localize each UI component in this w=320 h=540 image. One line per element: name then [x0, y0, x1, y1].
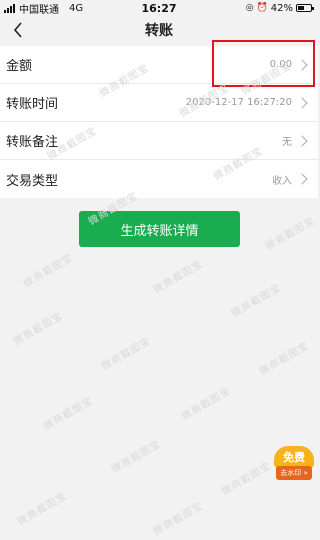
status-left: 中国联通 4G — [0, 1, 83, 16]
watermark: 微商截图宝 — [99, 335, 154, 373]
row-label: 金额 — [6, 59, 33, 74]
back-arrow-icon — [13, 22, 22, 38]
transfer-settings-list: 金额 0.00 转账时间 2020-12-17 16:27:20 转账备注 无 … — [0, 46, 318, 198]
transfer-time-value: 2020-12-17 16:27:20 — [185, 97, 292, 108]
generate-transfer-details-button[interactable]: 生成转账详情 — [79, 211, 240, 247]
row-transaction-type[interactable]: 交易类型 收入 — [0, 160, 318, 198]
watermark: 微商截图宝 — [21, 252, 76, 290]
signal-icon — [4, 3, 15, 13]
row-right: 无 — [282, 133, 308, 148]
row-right: 2020-12-17 16:27:20 — [185, 96, 308, 109]
page-title: 转账 — [145, 23, 173, 39]
row-right: 0.00 — [269, 58, 308, 71]
amount-value: 0.00 — [269, 59, 292, 70]
watermark: 微商截图宝 — [109, 438, 164, 476]
row-label: 转账备注 — [6, 135, 59, 150]
watermark: 微商截图宝 — [257, 340, 312, 378]
status-right: ◎ ⏰ 42% — [246, 3, 318, 14]
chevron-right-icon — [296, 96, 308, 109]
chevron-right-icon — [296, 173, 308, 185]
chevron-right-icon — [296, 58, 308, 71]
row-transfer-time[interactable]: 转账时间 2020-12-17 16:27:20 — [0, 84, 318, 122]
nav-bar: 转账 — [0, 16, 318, 44]
badge-remove-watermark-label: 去水印 » — [276, 466, 312, 480]
watermark: 微商截图宝 — [41, 395, 96, 433]
watermark: 微商截图宝 — [179, 385, 234, 423]
battery-percent: 42% — [270, 2, 293, 14]
chevron-right-icon — [296, 134, 308, 147]
watermark: 微商截图宝 — [263, 215, 318, 253]
watermark: 微商截图宝 — [229, 282, 284, 320]
row-label: 转账时间 — [6, 97, 59, 112]
alarm-icon: ⏰ — [256, 3, 268, 13]
badge-free-label: 免费 — [274, 446, 314, 468]
location-icon: ◎ — [245, 3, 254, 13]
row-amount[interactable]: 金额 0.00 — [0, 46, 318, 84]
row-transfer-note[interactable]: 转账备注 无 — [0, 122, 318, 160]
transaction-type-value: 收入 — [272, 175, 292, 187]
watermark: 微商截图宝 — [151, 258, 206, 296]
watermark: 微商截图宝 — [219, 460, 274, 498]
battery-icon — [296, 4, 314, 12]
network-type: 4G — [69, 2, 84, 14]
watermark: 微商截图宝 — [151, 500, 206, 538]
carrier-name: 中国联通 — [19, 4, 59, 16]
row-label: 交易类型 — [6, 173, 59, 189]
row-right: 收入 — [272, 172, 308, 187]
transfer-note-value: 无 — [282, 137, 292, 148]
watermark: 微商截图宝 — [15, 490, 70, 528]
status-bar: 中国联通 4G 16:27 ◎ ⏰ 42% — [0, 0, 318, 16]
remove-watermark-badge[interactable]: 免费 去水印 » — [274, 446, 314, 482]
watermark: 微商截图宝 — [11, 310, 66, 348]
back-button[interactable] — [8, 20, 28, 40]
